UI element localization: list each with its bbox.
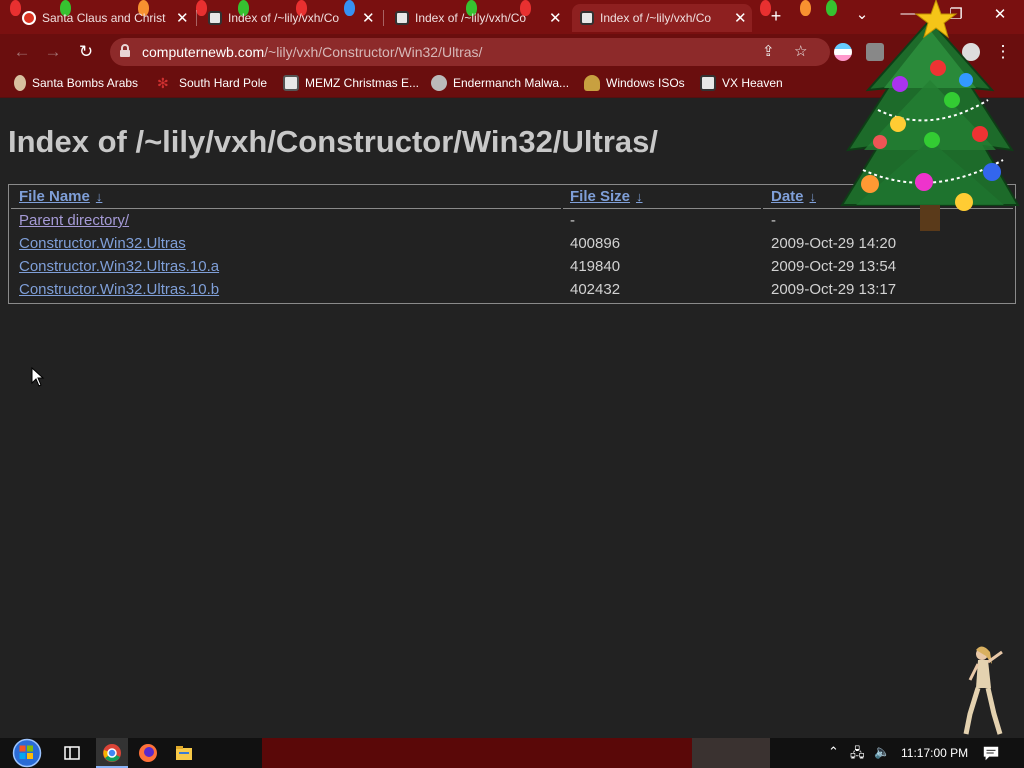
file-name-cell[interactable]: Constructor.Win32.Ultras	[19, 235, 186, 252]
dancing-figure-decoration-icon	[963, 646, 1003, 735]
url-host: computernewb.com	[142, 44, 265, 60]
url-text: computernewb.com/~lily/vxh/Constructor/W…	[142, 44, 482, 60]
bookmark-windows-isos[interactable]: Windows ISOs	[584, 75, 685, 91]
file-link[interactable]: Constructor.Win32.Ultras	[19, 235, 186, 252]
sort-by-date-link[interactable]: Date ↓	[771, 188, 816, 205]
santa-icon	[14, 75, 26, 91]
light-bulb-decoration	[826, 0, 837, 16]
tab-separator	[196, 10, 197, 26]
vx-icon	[700, 75, 716, 91]
chrome-taskbar-button[interactable]	[96, 738, 128, 768]
file-name-cell[interactable]: Constructor.Win32.Ultras.10.b	[19, 281, 219, 298]
lock-icon	[120, 44, 130, 57]
tab-1[interactable]: Santa Claus and Christ ✕	[14, 4, 194, 32]
tab-title: Index of /~lily/vxh/Co	[600, 11, 712, 25]
task-view-icon[interactable]	[62, 743, 82, 763]
date-cell: -	[771, 212, 776, 229]
file-size-cell: 402432	[570, 281, 621, 298]
raccoon-icon	[431, 75, 447, 91]
mouse-pointer-icon	[31, 367, 45, 387]
back-arrow-icon[interactable]: ←	[11, 42, 33, 62]
url-path: /~lily/vxh/Constructor/Win32/Ultras/	[264, 44, 483, 60]
tab-separator	[383, 10, 384, 26]
tab-close-icon[interactable]: ✕	[549, 9, 562, 27]
file-link[interactable]: Constructor.Win32.Ultras.10.b	[19, 281, 219, 298]
light-bulb-decoration	[800, 0, 811, 16]
bookmark-label: Endermanch Malwa...	[453, 76, 570, 90]
date-cell: 2009-Oct-29 13:17	[771, 281, 897, 298]
chrome-icon	[103, 744, 121, 762]
file-name-cell[interactable]: Constructor.Win32.Ultras.10.a	[19, 258, 219, 275]
bookmark-label: South Hard Pole	[179, 76, 268, 90]
file-size-cell: -	[570, 212, 575, 229]
column-label: File Name	[19, 188, 90, 205]
bookmark-memz-christmas[interactable]: MEMZ Christmas E...	[283, 75, 419, 91]
tab-title: Index of /~lily/vxh/Co	[228, 11, 340, 25]
network-icon[interactable]: 🖧	[850, 744, 865, 766]
firefox-icon[interactable]	[138, 743, 158, 763]
santa-favicon-icon	[22, 11, 36, 25]
bookmark-south-hard-pole[interactable]: ✻ South Hard Pole	[157, 75, 267, 91]
volume-icon[interactable]: 🔈	[874, 744, 890, 760]
figure-icon	[584, 75, 600, 91]
page-icon	[283, 75, 299, 91]
column-header-file-name[interactable]: File Name ↓	[19, 188, 102, 205]
bookmark-endermanch-malware[interactable]: Endermanch Malwa...	[431, 75, 569, 91]
file-name-cell[interactable]: Parent directory/	[19, 212, 129, 229]
column-header-file-size[interactable]: File Size ↓	[570, 188, 643, 205]
date-cell: 2009-Oct-29 14:20	[771, 235, 897, 252]
file-size-cell: 419840	[570, 258, 621, 275]
start-orb-icon[interactable]	[12, 738, 42, 768]
bookmark-label: MEMZ Christmas E...	[305, 76, 420, 90]
bookmark-label: Windows ISOs	[606, 76, 685, 90]
tab-close-icon[interactable]: ✕	[176, 9, 189, 27]
vx-favicon-icon	[395, 11, 409, 25]
bookmark-label: Santa Bombs Arabs	[32, 76, 139, 90]
taskbar-wallpaper-strip	[692, 738, 770, 768]
taskbar: ⌃ 🖧 🔈 11:17:00 PM	[0, 738, 1024, 768]
date-cell: 2009-Oct-29 13:54	[771, 258, 897, 275]
vx-favicon-icon	[580, 11, 594, 25]
column-label: Date	[771, 188, 804, 205]
christmas-tree-decoration-icon	[840, 0, 1020, 231]
parent-directory-link[interactable]: Parent directory/	[19, 212, 129, 229]
bookmark-santa-bombs-arabs[interactable]: Santa Bombs Arabs	[14, 75, 138, 91]
tab-2[interactable]: Index of /~lily/vxh/Co ✕	[200, 4, 380, 32]
forward-arrow-icon[interactable]: →	[42, 42, 64, 62]
new-tab-button[interactable]: +	[766, 6, 786, 27]
sort-by-size-link[interactable]: File Size ↓	[570, 188, 643, 205]
column-label: File Size	[570, 188, 631, 205]
vx-favicon-icon	[208, 11, 222, 25]
bookmark-label: VX Heaven	[722, 76, 783, 90]
tab-3[interactable]: Index of /~lily/vxh/Co ✕	[387, 4, 567, 32]
bookmark-star-icon[interactable]: ☆	[794, 42, 807, 60]
column-header-date[interactable]: Date ↓	[771, 188, 816, 205]
action-center-icon[interactable]	[982, 744, 1000, 762]
tab-title: Index of /~lily/vxh/Co	[415, 11, 527, 25]
show-hidden-icons-chevron-icon[interactable]: ⌃	[828, 744, 839, 760]
sort-arrow-icon: ↓	[809, 189, 817, 204]
file-explorer-icon[interactable]	[174, 743, 194, 763]
tab-close-icon[interactable]: ✕	[362, 9, 375, 27]
reload-icon[interactable]: ↻	[75, 42, 97, 62]
tab-close-icon[interactable]: ✕	[734, 9, 747, 27]
taskbar-clock[interactable]: 11:17:00 PM	[901, 746, 968, 760]
page-title: Index of /~lily/vxh/Constructor/Win32/Ul…	[8, 124, 659, 159]
table-row: Constructor.Win32.Ultras.10.b 402432 200…	[9, 278, 1015, 301]
share-icon[interactable]: ⇪	[762, 42, 775, 60]
table-row: Constructor.Win32.Ultras.10.a 419840 200…	[9, 255, 1015, 278]
file-link[interactable]: Constructor.Win32.Ultras.10.a	[19, 258, 219, 275]
sort-arrow-icon: ↓	[95, 189, 103, 204]
file-size-cell: 400896	[570, 235, 621, 252]
snowflake-icon: ✻	[157, 75, 169, 91]
tab-4-active[interactable]: Index of /~lily/vxh/Co ✕	[572, 4, 752, 32]
tab-title: Santa Claus and Christ	[42, 11, 166, 25]
sort-arrow-icon: ↓	[636, 189, 643, 204]
bookmark-vx-heaven[interactable]: VX Heaven	[700, 75, 783, 91]
taskbar-wallpaper-strip	[262, 738, 692, 768]
sort-by-name-link[interactable]: File Name ↓	[19, 188, 102, 205]
address-bar[interactable]: computernewb.com/~lily/vxh/Constructor/W…	[110, 38, 830, 66]
